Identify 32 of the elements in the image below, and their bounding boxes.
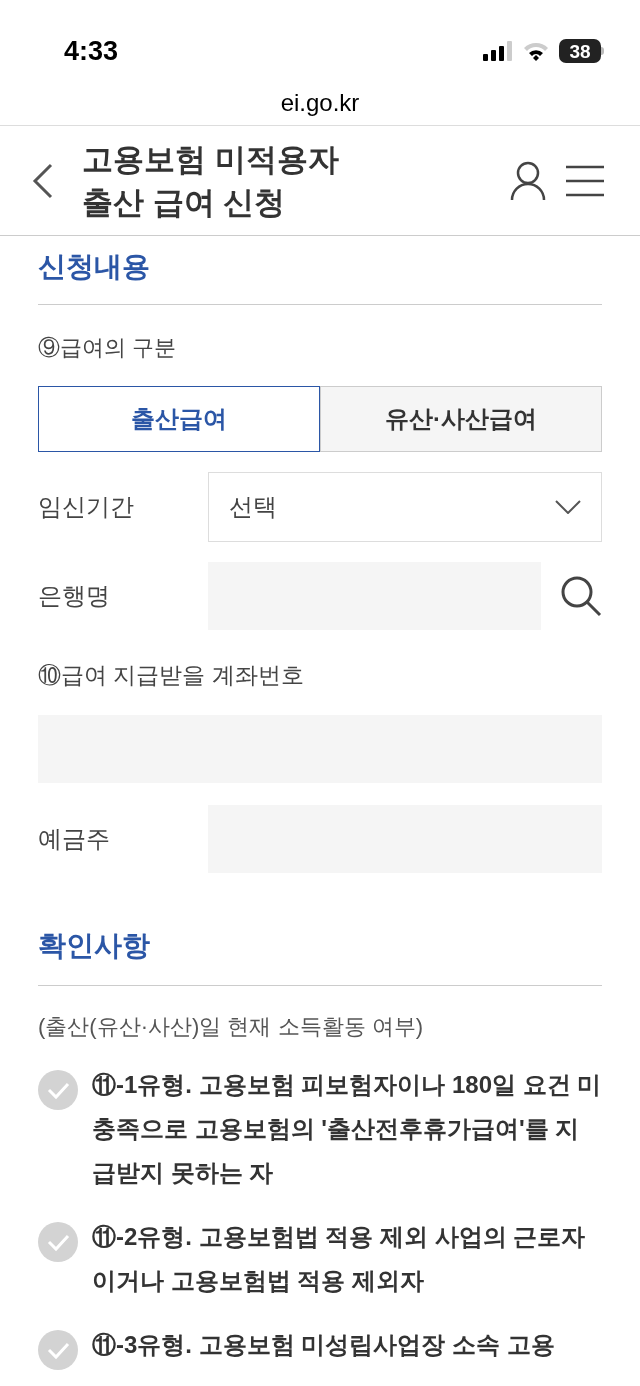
checkbox[interactable] <box>38 1069 78 1110</box>
field-label: ⑩급여 지급받을 계좌번호 <box>38 662 304 688</box>
battery-icon: 38 <box>559 39 604 63</box>
page-title: 고용보험 미적용자 <box>82 140 340 179</box>
back-icon <box>32 162 54 199</box>
field-label: 은행명 <box>38 581 111 611</box>
signal-icon <box>483 41 513 61</box>
benefit-type-tab[interactable]: 출산급여 <box>38 386 320 452</box>
menu-button[interactable] <box>566 164 604 197</box>
benefit-type-tab[interactable]: 유산·사산급여 <box>320 386 602 452</box>
pregnancy-period-select[interactable]: 선택 <box>208 472 602 542</box>
user-button[interactable] <box>510 160 546 201</box>
option-text[interactable]: ⑪-3유형. 고용보험 미성립사업장 소속 고용 <box>92 1322 555 1367</box>
search-button[interactable] <box>560 575 602 617</box>
option-text[interactable]: ⑪-1유형. 고용보험 피보험자이나 180일 요건 미충족으로 고용보험의 '출산전후휴가급여'를 지급받지 못하는 자 <box>92 1062 602 1195</box>
section-title: 확인사항 <box>38 929 150 961</box>
status-time: 4:33 <box>64 34 119 68</box>
menu-icon <box>566 164 604 197</box>
page-title: 출산 급여 신청 <box>82 183 287 222</box>
checkbox[interactable] <box>38 1221 78 1262</box>
field-label: ⑨급여의 구분 <box>38 335 177 360</box>
search-icon <box>560 575 602 617</box>
field-label: 예금주 <box>38 823 111 854</box>
note-text: (출산(유산·사산)일 현재 소득활동 여부) <box>38 1013 423 1039</box>
option-text[interactable]: ⑪-2유형. 고용보험법 적용 제외 사업의 근로자이거나 고용보험법 적용 제외자 <box>92 1214 602 1303</box>
chevron-down-icon <box>555 500 581 514</box>
section-title: 신청내용 <box>38 251 150 282</box>
url-text[interactable]: ei.go.kr <box>280 84 360 121</box>
user-icon <box>510 160 546 201</box>
checkbox[interactable] <box>38 1329 78 1370</box>
wifi-icon <box>523 41 549 61</box>
field-label: 임신기간 <box>38 492 135 522</box>
